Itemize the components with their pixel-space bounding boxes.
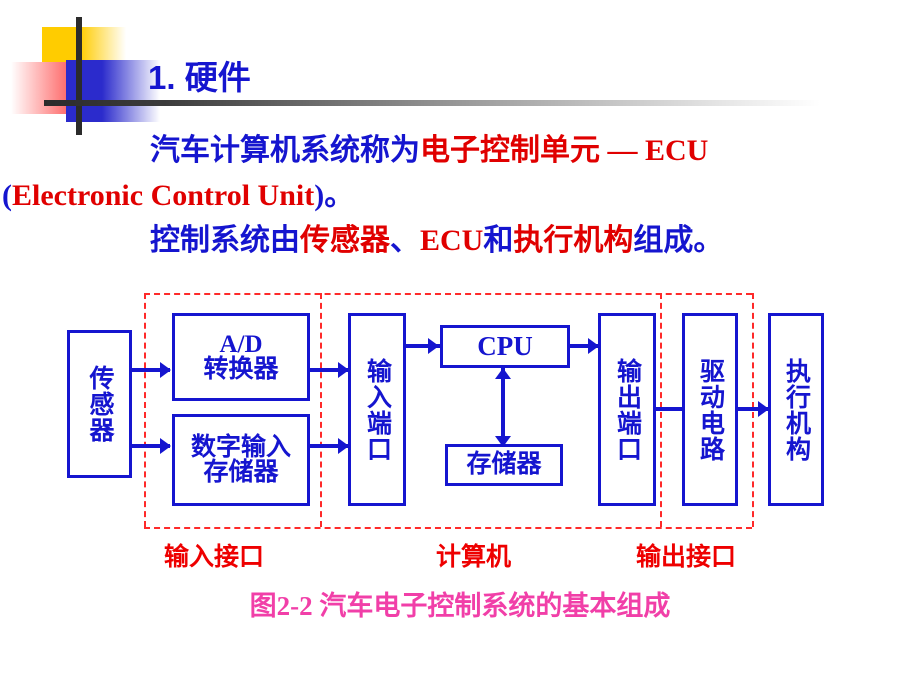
diagram-box-ad-converter-label-line1: A/D (219, 330, 263, 358)
figure-caption: 图2-2 汽车电子控制系统的基本组成 (249, 591, 671, 621)
diagram-box-ad-converter-label-line2: 转换器 (203, 356, 279, 383)
arrow-cpu-memory-bidirectional (501, 368, 505, 446)
diagram-box-actuator[interactable]: 执行机构 (768, 313, 824, 506)
diagram-box-ad-converter[interactable]: A/D 转换器 (172, 313, 310, 401)
diagram-box-sensor-label: 传感器 (86, 365, 113, 443)
zone-label-computer: 计算机 (436, 544, 512, 571)
zone-border-bottom (144, 527, 752, 529)
diagram-box-output-port[interactable]: 输出端口 (598, 313, 656, 506)
zone-label-input-interface: 输入接口 (164, 544, 265, 571)
arrowhead-input-port-to-cpu (428, 338, 439, 354)
diagram-box-digital-input-memory[interactable]: 数字输入 存储器 (172, 414, 310, 506)
diagram-box-digital-input-memory-label-line2: 存储器 (203, 459, 279, 486)
block-diagram: 传感器 A/D 转换器 数字输入 存储器 输入端口 CPU 存储器 输出端口 驱… (0, 0, 920, 690)
slide: 1. 硬件 汽车计算机系统称为电子控制单元 — ECU (Electronic … (0, 0, 920, 690)
diagram-box-digital-input-memory-label-line1: 数字输入 (190, 433, 291, 461)
diagram-box-output-port-label: 输出端口 (613, 357, 641, 462)
zone-divider-input-computer (320, 293, 322, 527)
zone-border-left (144, 293, 146, 527)
zone-label-output-interface: 输出接口 (636, 544, 737, 571)
diagram-box-drive-circuit[interactable]: 驱动电路 (682, 313, 738, 506)
diagram-box-input-port-label: 输入端口 (363, 357, 391, 462)
diagram-box-memory-label: 存储器 (466, 451, 542, 479)
diagram-box-drive-circuit-label: 驱动电路 (696, 357, 724, 462)
diagram-box-cpu[interactable]: CPU (440, 325, 570, 368)
diagram-box-input-port[interactable]: 输入端口 (348, 313, 406, 506)
arrowhead-sensor-to-digital (160, 438, 171, 454)
diagram-box-memory[interactable]: 存储器 (445, 444, 563, 486)
diagram-box-sensor[interactable]: 传感器 (67, 330, 132, 478)
arrowhead-memory-to-cpu (495, 368, 511, 379)
arrowhead-sensor-to-ad (160, 362, 171, 378)
diagram-box-actuator-label: 执行机构 (782, 357, 810, 462)
diagram-box-cpu-label: CPU (477, 330, 533, 361)
